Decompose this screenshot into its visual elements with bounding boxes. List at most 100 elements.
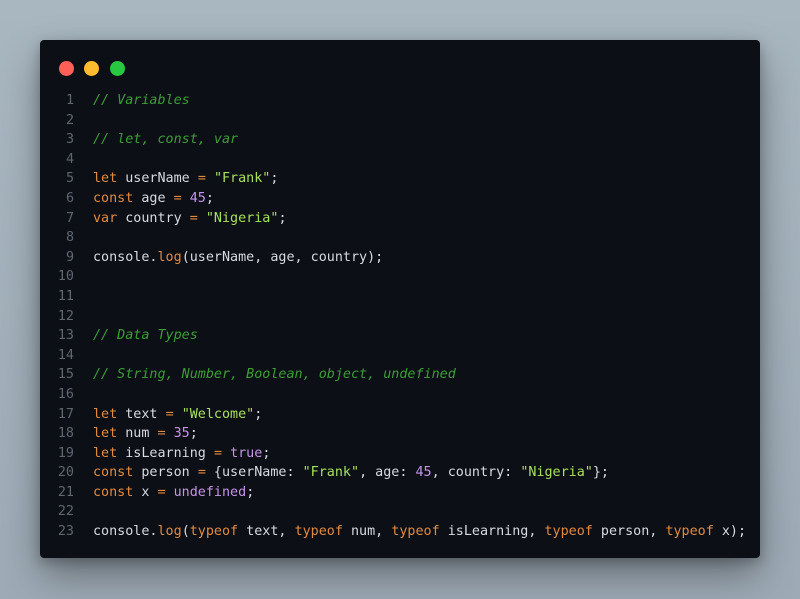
- line-number: 11: [57, 288, 74, 304]
- line-source: let text = "Welcome";: [93, 405, 262, 425]
- close-window-button[interactable]: [59, 61, 74, 76]
- code-line: 8: [40, 228, 760, 248]
- line-source: const age = 45;: [93, 189, 214, 209]
- line-number: 23: [57, 524, 74, 540]
- line-number: 2: [65, 112, 74, 128]
- line-number: 6: [65, 190, 74, 206]
- code-line: 13 // Data Types: [40, 326, 760, 346]
- line-source: var country = "Nigeria";: [93, 209, 287, 229]
- code-token-plain: ;: [189, 426, 198, 442]
- code-token-op: =: [189, 210, 198, 226]
- code-line: 14: [40, 346, 760, 366]
- minimize-window-button[interactable]: [84, 61, 99, 76]
- code-token-keyword: var: [93, 210, 118, 226]
- code-token-keyword: const: [93, 190, 134, 206]
- code-token-plain: ;: [246, 484, 255, 500]
- code-token-plain: num: [117, 426, 158, 442]
- code-line: 2: [40, 111, 760, 131]
- code-token-plain: age: [133, 190, 174, 206]
- code-token-comment: // Variables: [93, 93, 190, 108]
- line-number: 13: [57, 328, 74, 344]
- code-line: 3 // let, const, var: [40, 130, 760, 150]
- code-line: 20 const person = {userName: "Frank", age…: [40, 463, 760, 483]
- code-token-method: log: [157, 249, 182, 265]
- line-source: // String, Number, Boolean, object, unde…: [93, 365, 456, 385]
- code-token-plain: num,: [342, 524, 392, 540]
- code-token-keyword: let: [93, 445, 118, 461]
- line-number: 12: [57, 308, 74, 324]
- code-line: 18 let num = 35;: [40, 424, 760, 444]
- code-line: 1 // Variables: [40, 91, 760, 111]
- code-token-keyword: const: [93, 465, 134, 481]
- line-number: 5: [65, 171, 74, 187]
- code-line: 21 const x = undefined;: [40, 483, 760, 503]
- code-line: 19 let isLearning = true;: [40, 444, 760, 464]
- line-number: 10: [57, 269, 74, 285]
- line-number: 1: [65, 93, 74, 108]
- code-token-const: true: [230, 445, 263, 461]
- code-line: 4: [40, 150, 760, 170]
- code-token-plain: (userName, age, country);: [181, 249, 384, 265]
- code-line: 6 const age = 45;: [40, 189, 760, 209]
- code-token-plain: console.: [93, 524, 158, 540]
- code-token-op: =: [213, 445, 222, 461]
- code-line: 22: [40, 502, 760, 522]
- code-token-plain: ;: [270, 171, 279, 187]
- code-token-plain: x);: [713, 524, 747, 540]
- code-token-op: =: [173, 190, 182, 206]
- code-token-number: 35: [173, 426, 190, 442]
- line-source: const person = {userName: "Frank", age: …: [93, 463, 609, 483]
- code-token-plain: , age:: [359, 465, 416, 481]
- code-token-op: =: [157, 484, 166, 500]
- code-window: 1// Variables 2 3// let, const, var 4 5 let u…: [40, 40, 760, 558]
- code-token-plain: };: [592, 465, 609, 481]
- line-number: 3: [65, 132, 74, 148]
- line-source: let isLearning = true;: [93, 444, 270, 464]
- code-token-op: =: [197, 465, 206, 481]
- line-number: 22: [57, 504, 74, 520]
- line-number: 7: [65, 210, 74, 226]
- code-token-comment: // let, const, var: [93, 132, 239, 148]
- code-line: 23 console.log(typeof text, typeof num, t…: [40, 522, 760, 542]
- line-source: let userName = "Frank";: [93, 169, 278, 189]
- code-token-op: =: [165, 406, 174, 422]
- code-line: 9 console.log(userName, age, country);: [40, 248, 760, 268]
- code-token-plain: person: [133, 465, 198, 481]
- code-token-keyword: let: [93, 406, 118, 422]
- code-token-plain: text,: [238, 524, 295, 540]
- window-titlebar: [40, 40, 760, 96]
- code-token-const: undefined: [173, 484, 247, 500]
- code-token-op: =: [157, 426, 166, 442]
- code-token-keyword: typeof: [391, 524, 440, 540]
- code-line: 5 let userName = "Frank";: [40, 169, 760, 189]
- code-token-plain: isLearning: [117, 445, 214, 461]
- code-line: 12: [40, 307, 760, 327]
- code-editor[interactable]: 1// Variables 2 3// let, const, var 4 5 let u…: [40, 91, 760, 542]
- code-token-string: "Nigeria": [205, 210, 279, 226]
- line-number: 4: [65, 151, 74, 167]
- code-line: 17 let text = "Welcome";: [40, 405, 760, 425]
- line-source: // Variables: [93, 91, 190, 111]
- line-source: console.log(userName, age, country);: [93, 248, 383, 268]
- code-token-keyword: let: [93, 171, 118, 187]
- code-token-number: 45: [189, 190, 206, 206]
- line-number: 14: [57, 347, 74, 363]
- code-token-plain: text: [117, 406, 166, 422]
- line-source: console.log(typeof text, typeof num, typ…: [93, 522, 746, 542]
- line-number: 20: [57, 465, 74, 481]
- code-token-comment: // String, Number, Boolean, object, unde…: [93, 367, 456, 383]
- code-token-keyword: typeof: [544, 524, 593, 540]
- line-number: 17: [57, 406, 74, 422]
- code-token-string: "Frank": [302, 465, 360, 481]
- code-token-keyword: typeof: [294, 524, 343, 540]
- code-token-plain: (: [181, 524, 190, 540]
- line-source: // Data Types: [93, 326, 198, 346]
- code-line: 16: [40, 385, 760, 405]
- code-line: 7 var country = "Nigeria";: [40, 209, 760, 229]
- maximize-window-button[interactable]: [110, 61, 125, 76]
- code-token-keyword: typeof: [665, 524, 714, 540]
